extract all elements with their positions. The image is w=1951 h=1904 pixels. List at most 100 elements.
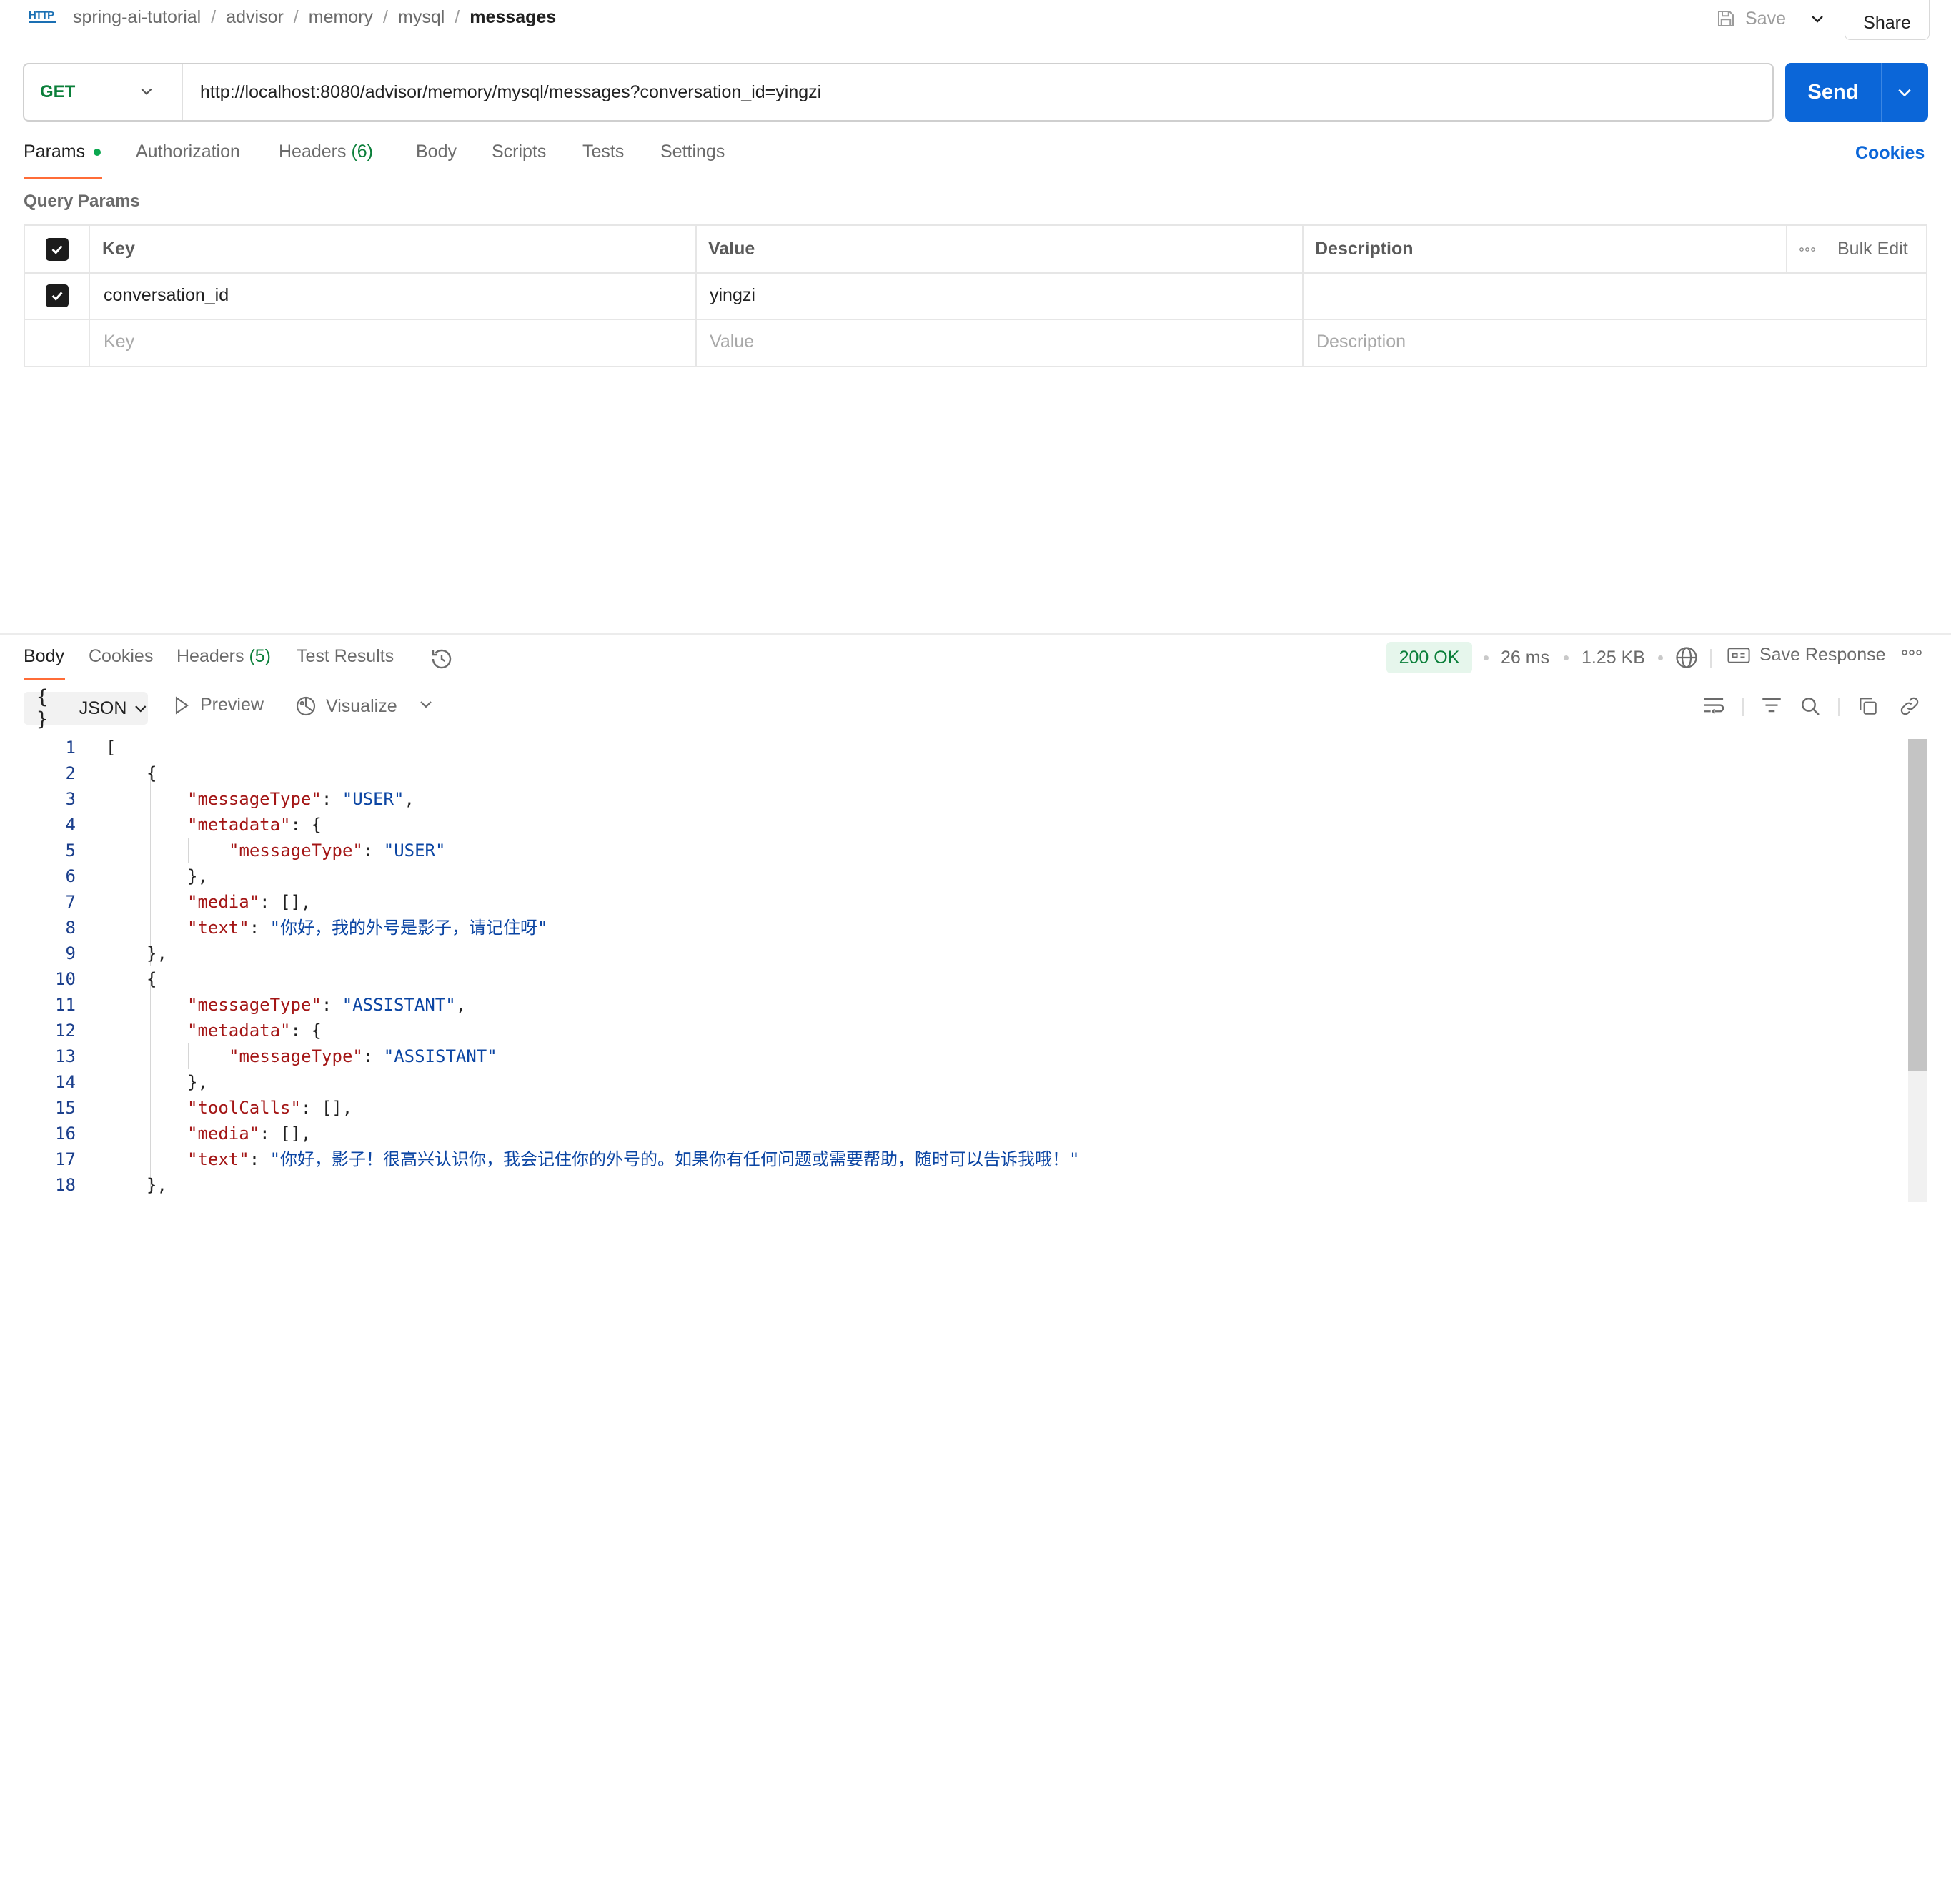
link-icon[interactable] [1898, 695, 1921, 718]
code-text: "metadata": { [187, 815, 322, 835]
select-all-checkbox[interactable] [25, 226, 89, 272]
check-icon [51, 244, 63, 254]
code-text: "text": "你好，我的外号是影子，请记住呀" [187, 918, 548, 938]
breadcrumb-item[interactable]: mysql [398, 7, 445, 28]
table-row: conversation_id yingzi [25, 272, 1926, 320]
tab-headers[interactable]: Headers (6) [279, 142, 373, 162]
share-button[interactable]: Share [1845, 0, 1930, 40]
code-text: "media": [], [187, 892, 312, 912]
bulk-edit-button[interactable]: Bulk Edit [1837, 226, 1908, 272]
breadcrumb-item[interactable]: advisor [226, 7, 284, 28]
send-label: Send [1807, 80, 1859, 104]
tab-label: Headers [279, 142, 347, 162]
tab-params[interactable]: Params [24, 142, 101, 162]
visualize-button[interactable]: Visualize [294, 695, 397, 718]
filter-icon[interactable] [1759, 695, 1784, 718]
more-horizontal-icon [1799, 247, 1815, 252]
response-code-editor[interactable]: 1 [ 2 { 3 "messageType": "USER", 4 "metadata… [0, 735, 1908, 1904]
preview-button[interactable]: Preview [173, 695, 264, 715]
params-active-dot [94, 149, 101, 157]
param-value-cell[interactable]: yingzi [710, 272, 1296, 319]
save-button[interactable]: Save [1715, 4, 1786, 33]
code-text: "messageType": "USER", [187, 789, 414, 809]
code-text: [ [106, 738, 116, 758]
line-number: 18 [55, 1175, 76, 1195]
param-description-cell[interactable] [1316, 272, 1917, 319]
tab-authorization[interactable]: Authorization [136, 142, 240, 162]
status-badge[interactable]: 200 OK [1386, 642, 1472, 673]
line-number: 7 [65, 892, 76, 912]
code-text: "messageType": "ASSISTANT", [187, 995, 467, 1015]
chevron-down-icon [1898, 89, 1911, 97]
tab-label: Headers [177, 646, 244, 666]
wrap-lines-icon[interactable] [1701, 695, 1727, 718]
pane-resize-divider[interactable] [0, 633, 1951, 635]
response-tab-test-results[interactable]: Test Results [297, 646, 394, 667]
globe-icon[interactable] [1674, 645, 1699, 670]
tab-scripts[interactable]: Scripts [492, 142, 546, 162]
top-bar: HTTP spring-ai-tutorial / advisor / memo… [0, 0, 1951, 40]
code-text: "messageType": "USER" [229, 841, 446, 861]
preview-label: Preview [200, 695, 264, 715]
format-select[interactable]: { } JSON [24, 686, 148, 730]
meta-separator [1484, 655, 1489, 660]
line-number: 13 [55, 1046, 76, 1066]
history-icon[interactable] [429, 646, 455, 672]
tab-tests[interactable]: Tests [582, 142, 624, 162]
request-name[interactable]: messages [470, 7, 556, 28]
breadcrumb-item[interactable]: spring-ai-tutorial [73, 7, 201, 28]
method-select[interactable]: GET [24, 64, 183, 120]
breadcrumb-separator: / [211, 7, 217, 27]
url-text: http://localhost:8080/advisor/memory/mys… [200, 81, 822, 102]
param-key-cell[interactable]: conversation_id [104, 272, 690, 319]
response-size[interactable]: 1.25 KB [1582, 648, 1645, 668]
response-tab-cookies[interactable]: Cookies [89, 646, 153, 667]
scrollbar-thumb[interactable] [1908, 739, 1927, 1071]
line-number: 1 [65, 738, 76, 758]
http-request-icon: HTTP [29, 7, 56, 29]
url-input[interactable]: http://localhost:8080/advisor/memory/mys… [200, 64, 821, 120]
line-number: 4 [65, 815, 76, 835]
search-icon[interactable] [1798, 695, 1822, 718]
column-header-value: Value [708, 239, 755, 259]
line-number: 14 [55, 1072, 76, 1092]
code-text: "toolCalls": [], [187, 1098, 353, 1118]
save-options-button[interactable] [1797, 0, 1837, 37]
share-label: Share [1863, 12, 1911, 33]
response-tab-headers[interactable]: Headers (5) [177, 646, 271, 667]
meta-divider [1710, 649, 1712, 668]
tab-settings[interactable]: Settings [660, 142, 725, 162]
chevron-down-icon[interactable] [419, 699, 433, 709]
send-button[interactable]: Send [1785, 63, 1882, 122]
column-options-button[interactable] [1799, 226, 1816, 272]
param-enabled-checkbox[interactable] [25, 272, 89, 319]
tab-label: Body [416, 142, 457, 162]
breadcrumb-item[interactable]: memory [309, 7, 373, 28]
response-time[interactable]: 26 ms [1501, 648, 1549, 668]
headers-count: (6) [351, 142, 374, 162]
copy-icon[interactable] [1857, 695, 1880, 718]
save-response-button[interactable]: Save Response [1727, 645, 1886, 665]
line-number: 12 [55, 1021, 76, 1041]
tab-body[interactable]: Body [416, 142, 457, 162]
code-text: "text": "你好，影子！很高兴认识你，我会记住你的外号的。如果你有任何问题… [187, 1149, 1080, 1169]
visualize-icon [296, 696, 316, 716]
new-description-input[interactable]: Description [1316, 319, 1917, 365]
chevron-down-icon [135, 705, 147, 713]
line-number: 16 [55, 1124, 76, 1144]
code-text: }, [147, 1175, 167, 1195]
tab-label: Scripts [492, 142, 547, 162]
send-options-button[interactable] [1881, 63, 1928, 122]
response-tab-body[interactable]: Body [24, 646, 64, 667]
line-number: 6 [65, 866, 76, 886]
table-header-row: Key Value Description Bulk Edit [25, 226, 1926, 274]
new-value-input[interactable]: Value [710, 319, 1296, 365]
more-horizontal-icon[interactable] [1901, 649, 1922, 656]
line-number: 8 [65, 918, 76, 938]
line-number: 11 [55, 995, 76, 1015]
cookies-link[interactable]: Cookies [1855, 143, 1925, 164]
line-number: 2 [65, 763, 76, 783]
check-icon [51, 291, 63, 301]
new-key-input[interactable]: Key [104, 319, 690, 365]
headers-count: (5) [249, 646, 272, 666]
